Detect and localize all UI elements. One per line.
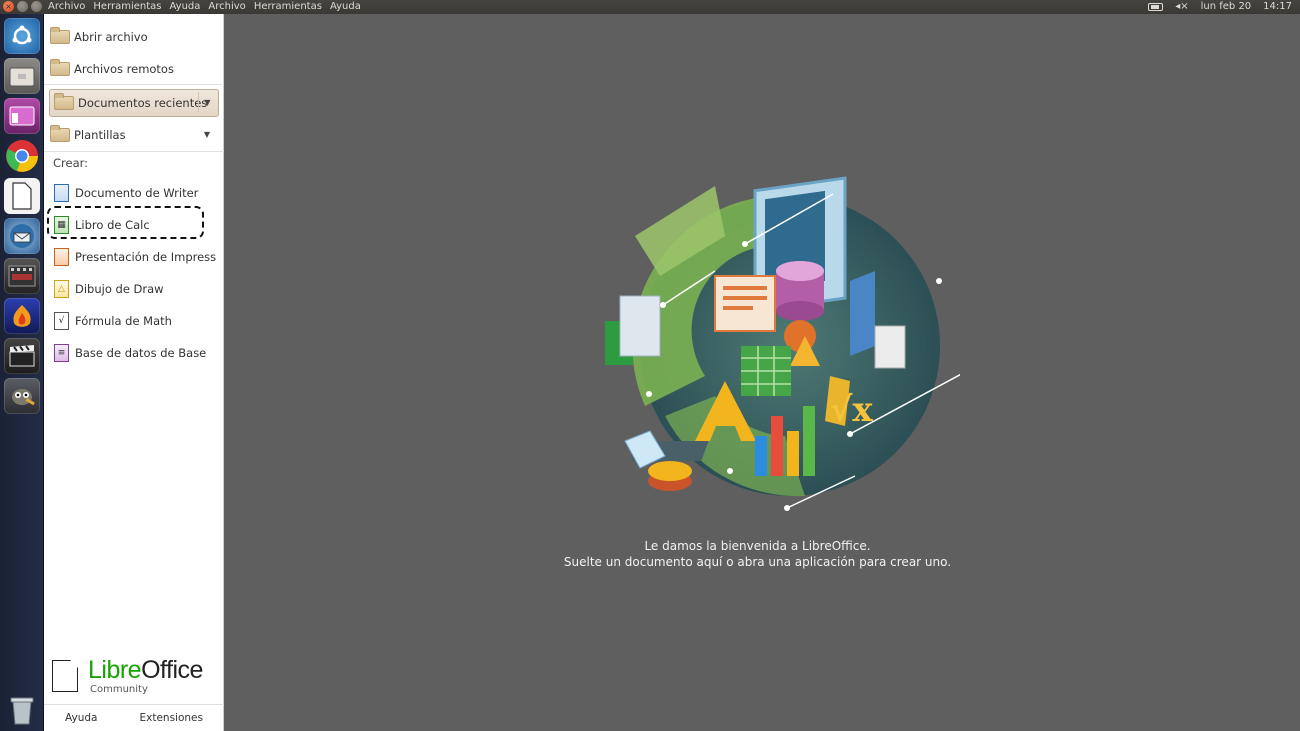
menu-herramientas[interactable]: Herramientas [93, 0, 161, 14]
logo-community: Community [90, 684, 148, 695]
create-impress-label: Presentación de Impress [75, 250, 217, 264]
launcher [0, 14, 44, 731]
date-indicator[interactable]: lun feb 20 [1201, 0, 1252, 14]
ubuntu-dash-icon[interactable] [4, 18, 40, 54]
create-math-label: Fórmula de Math [75, 314, 172, 328]
create-base-label: Base de datos de Base [75, 346, 207, 360]
create-writer-label: Documento de Writer [75, 186, 199, 200]
libreoffice-logo: LibreOffice Community [52, 656, 220, 700]
folder-recent-icon [54, 93, 74, 110]
minimize-window-button[interactable] [17, 1, 28, 12]
logo-name-office: Office [141, 656, 203, 684]
menu-archivo-2[interactable]: Archivo [208, 0, 245, 14]
thunderbird-icon[interactable] [4, 218, 40, 254]
recent-documents-button[interactable]: Documentos recientes ▼ [49, 89, 219, 117]
svg-text:√x: √x [830, 390, 873, 430]
chevron-down-icon[interactable]: ▼ [198, 124, 216, 144]
draw-drawing-icon: △ [54, 280, 69, 298]
base-database-icon: ≡ [54, 344, 69, 362]
chevron-down-icon[interactable]: ▼ [198, 92, 216, 112]
menu-herramientas-2[interactable]: Herramientas [254, 0, 322, 14]
battery-icon[interactable] [1148, 3, 1164, 11]
audio-app-icon[interactable] [4, 298, 40, 334]
chrome-icon[interactable] [4, 138, 40, 174]
divider [44, 84, 224, 85]
logo-name: LibreOffice [88, 656, 203, 685]
volume-muted-icon[interactable]: ◂× [1175, 0, 1188, 14]
create-base-button[interactable]: ≡ Base de datos de Base [50, 340, 218, 366]
logo-name-libre: Libre [88, 656, 142, 684]
open-file-label: Abrir archivo [74, 30, 148, 44]
templates-label: Plantillas [74, 128, 126, 142]
create-heading: Crear: [53, 156, 89, 170]
close-window-button[interactable]: × [3, 1, 14, 12]
menu-bar: Archivo Herramientas Ayuda Archivo Herra… [48, 0, 361, 14]
welcome-message: Le damos la bienvenida a LibreOffice. Su… [225, 538, 1300, 570]
focus-highlight [47, 206, 204, 239]
writer-document-icon [54, 184, 69, 202]
create-writer-button[interactable]: Documento de Writer [50, 180, 218, 206]
recent-documents-label: Documentos recientes [78, 96, 208, 110]
create-draw-label: Dibujo de Draw [75, 282, 164, 296]
create-impress-button[interactable]: Presentación de Impress [50, 244, 218, 270]
create-draw-button[interactable]: △ Dibujo de Draw [50, 276, 218, 302]
welcome-illustration-image: √x [605, 176, 960, 511]
files-icon[interactable] [4, 58, 40, 94]
menu-ayuda-2[interactable]: Ayuda [330, 0, 361, 14]
remote-files-label: Archivos remotos [74, 62, 174, 76]
trash-icon[interactable] [4, 692, 40, 728]
folder-templates-icon [50, 125, 70, 142]
menu-archivo[interactable]: Archivo [48, 0, 85, 14]
gimp-icon[interactable] [4, 378, 40, 414]
help-button[interactable]: Ayuda [65, 712, 97, 724]
start-center-sidebar: Abrir archivo Archivos remotos Documento… [44, 14, 224, 731]
video-editor-icon[interactable] [4, 258, 40, 294]
sidebar-footer: Ayuda Extensiones [44, 704, 224, 731]
extensions-button[interactable]: Extensiones [140, 712, 203, 724]
templates-button[interactable]: Plantillas ▼ [50, 122, 218, 148]
clock-indicator[interactable]: 14:17 [1263, 0, 1292, 14]
open-file-button[interactable]: Abrir archivo [50, 24, 218, 50]
menu-ayuda[interactable]: Ayuda [170, 0, 201, 14]
start-center-main[interactable]: √x Le damos la bienvenida a LibreOffice.… [225, 14, 1300, 731]
maximize-window-button[interactable] [31, 1, 42, 12]
libreoffice-icon[interactable] [4, 178, 40, 214]
welcome-line-2: Suelte un documento aquí o abra una apli… [563, 555, 952, 569]
folder-open-icon [50, 27, 70, 44]
window-controls: × [3, 1, 42, 12]
folder-remote-icon [50, 59, 70, 76]
create-math-button[interactable]: √ Fórmula de Math [50, 308, 218, 334]
clapperboard-icon[interactable] [4, 338, 40, 374]
logo-document-icon [52, 660, 78, 692]
system-indicators: ◂× lun feb 20 14:17 [1148, 0, 1292, 14]
remote-files-button[interactable]: Archivos remotos [50, 56, 218, 82]
image-viewer-icon[interactable] [4, 98, 40, 134]
impress-presentation-icon [54, 248, 69, 266]
top-panel: × Archivo Herramientas Ayuda Archivo Her… [0, 0, 1300, 14]
welcome-line-1: Le damos la bienvenida a LibreOffice. [644, 539, 871, 553]
math-formula-icon: √ [54, 312, 69, 330]
divider [44, 151, 224, 152]
